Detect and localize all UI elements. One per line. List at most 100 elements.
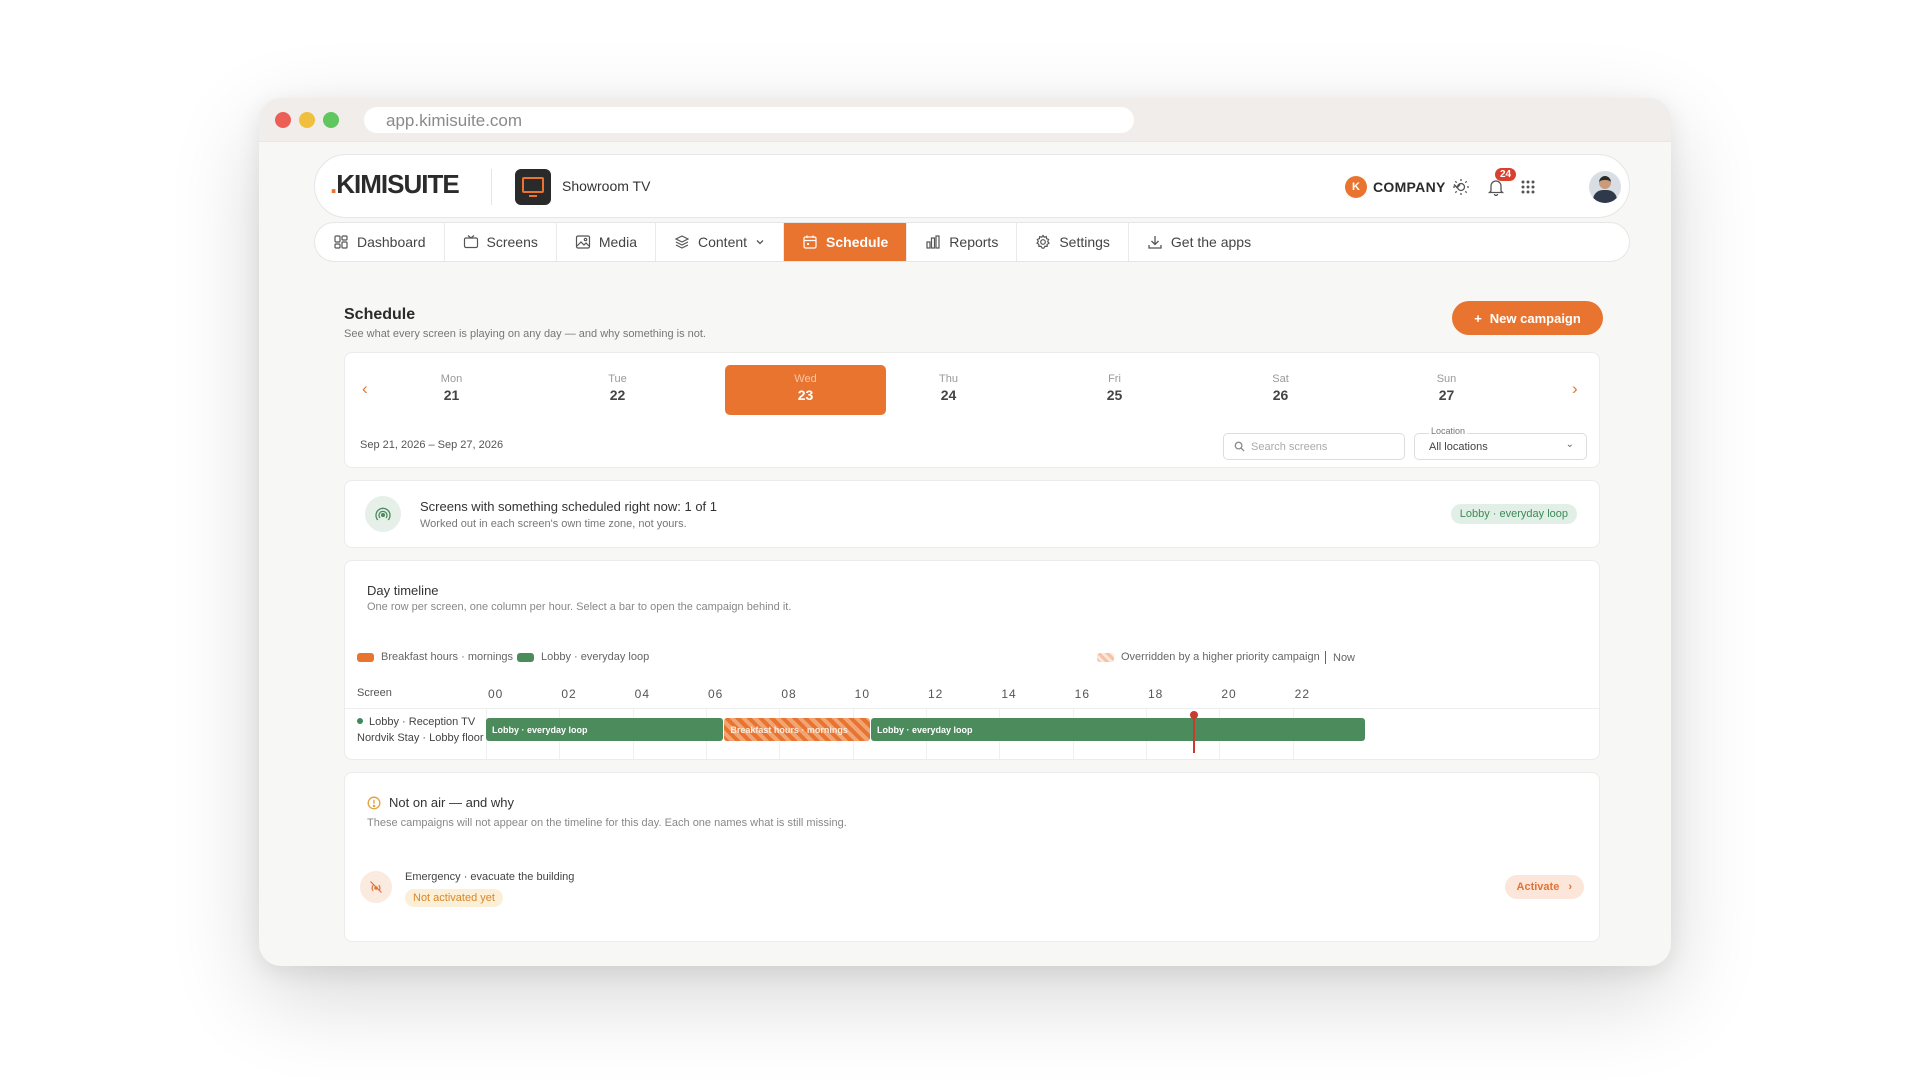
day-name: Thu — [939, 373, 958, 385]
notifications-bell-icon[interactable]: 24 — [1484, 168, 1517, 199]
week-date-range: Sep 21, 2026 – Sep 27, 2026 — [360, 439, 504, 451]
screen-column-header: Screen — [357, 687, 392, 699]
week-picker-card: ‹ Mon 21 Tue 22 Wed 23 Thu 24 Fri 25 Sat… — [344, 352, 1600, 468]
day-name: Wed — [794, 373, 817, 385]
location-select-value: All locations — [1429, 441, 1488, 453]
hour-label: 00 — [488, 687, 504, 701]
nav-settings[interactable]: Settings — [1017, 223, 1129, 261]
hour-label: 02 — [561, 687, 577, 701]
broadcast-icon — [365, 496, 401, 532]
search-screens-input[interactable]: Search screens — [1223, 433, 1405, 460]
hour-label: 14 — [1001, 687, 1017, 701]
hour-label: 22 — [1294, 687, 1311, 701]
search-placeholder: Search screens — [1251, 440, 1328, 453]
legend-now: Now — [1325, 651, 1355, 664]
minimize-window-button[interactable] — [299, 112, 315, 128]
campaign-bar[interactable]: Lobby · everyday loop — [486, 718, 724, 741]
on-air-now-title: Screens with something scheduled right n… — [420, 499, 718, 514]
nav-media-label: Media — [598, 234, 637, 250]
company-name: COMPANY — [1373, 179, 1446, 195]
nav-get-the-apps-label: Get the apps — [1170, 234, 1252, 250]
new-campaign-label: New campaign — [1489, 310, 1581, 326]
day-wed-selected[interactable]: Wed 23 — [725, 365, 886, 415]
day-name: Tue — [608, 373, 627, 385]
nav-schedule[interactable]: Schedule — [784, 223, 908, 261]
screen-thumbnail-icon[interactable] — [515, 169, 551, 205]
nav-content[interactable]: Content — [656, 223, 785, 261]
location-select[interactable]: Location All locations ⌄ — [1414, 426, 1587, 460]
hour-label: 08 — [781, 687, 797, 701]
legend-swatch-hatched — [1097, 652, 1114, 662]
main-navigation: Dashboard Screens Media Content Schedule… — [314, 222, 1630, 262]
timeline-title: Day timeline — [367, 583, 439, 598]
day-name: Mon — [440, 373, 463, 385]
screen-name-text: Lobby · Reception TV — [369, 716, 476, 728]
day-tue[interactable]: Tue 22 — [537, 365, 698, 415]
page-title: Schedule — [344, 306, 416, 323]
campaign-name: Emergency · evacuate the building — [405, 871, 575, 883]
bar-chart-icon — [926, 235, 940, 249]
hour-label: 16 — [1074, 687, 1091, 701]
nav-get-the-apps[interactable]: Get the apps — [1129, 223, 1269, 261]
activate-button[interactable]: Activate › — [1504, 875, 1584, 899]
day-sun[interactable]: Sun 27 — [1366, 365, 1527, 415]
not-on-air-subtitle: These campaigns will not appear on the t… — [367, 817, 847, 829]
campaign-bar-overridden[interactable]: Breakfast hours · mornings — [724, 718, 870, 741]
apps-grid-icon[interactable] — [1516, 175, 1540, 199]
day-date: 24 — [940, 387, 957, 403]
timeline-header-row: Screen 00 02 04 06 08 10 12 14 16 18 20 22 — [345, 681, 1599, 709]
notification-count-badge: 24 — [1495, 168, 1517, 181]
close-window-button[interactable] — [275, 112, 291, 128]
campaign-bar[interactable]: Lobby · everyday loop — [871, 718, 1365, 741]
day-thu[interactable]: Thu 24 — [868, 365, 1029, 415]
day-date: 22 — [609, 387, 626, 403]
page-subtitle: See what every screen is playing on any … — [344, 328, 706, 340]
broadcast-off-icon — [360, 871, 392, 903]
day-name: Fri — [1108, 373, 1121, 385]
theme-toggle-sun-icon[interactable] — [1449, 175, 1473, 199]
timeline-row-screen-name[interactable]: Lobby · Reception TV — [357, 716, 475, 728]
address-bar[interactable]: app.kimisuite.com — [364, 107, 1134, 133]
timeline-subtitle: One row per screen, one column per hour.… — [367, 601, 792, 613]
day-fri[interactable]: Fri 25 — [1034, 365, 1195, 415]
day-sat[interactable]: Sat 26 — [1200, 365, 1361, 415]
download-icon — [1148, 236, 1162, 249]
on-air-now-card: Screens with something scheduled right n… — [344, 480, 1600, 548]
hour-label: 20 — [1221, 687, 1237, 701]
gear-icon — [1036, 234, 1051, 249]
nav-dashboard[interactable]: Dashboard — [315, 223, 445, 261]
legend-overridden-label: Overridden by a higher priority campaign — [1121, 651, 1320, 663]
nav-screens[interactable]: Screens — [445, 223, 557, 261]
hour-label: 06 — [708, 687, 724, 701]
nav-screens-label: Screens — [486, 234, 538, 250]
not-on-air-card: Not on air — and why These campaigns wil… — [344, 772, 1600, 942]
hour-label: 10 — [854, 687, 871, 701]
logo-text: KIMISUITE — [336, 169, 459, 199]
previous-week-chevron-icon[interactable]: ‹ — [362, 379, 368, 399]
url-text: app.kimisuite.com — [386, 111, 523, 130]
day-date: 26 — [1272, 387, 1289, 403]
nav-media[interactable]: Media — [557, 223, 656, 261]
layers-icon — [674, 235, 690, 249]
tv-icon — [463, 235, 478, 249]
app-header: .KIMISUITE Showroom TV K COMPANY 24 — [314, 154, 1630, 218]
company-switcher[interactable]: K COMPANY — [1345, 176, 1462, 198]
browser-window: app.kimisuite.com .KIMISUITE Showroom TV… — [259, 98, 1671, 966]
user-avatar[interactable] — [1589, 171, 1621, 203]
hour-label: 12 — [928, 687, 944, 701]
chevron-down-icon — [756, 240, 764, 245]
on-air-now-subtitle: Worked out in each screen's own time zon… — [420, 518, 687, 530]
new-campaign-button[interactable]: + New campaign — [1452, 301, 1603, 335]
kimisuite-logo[interactable]: .KIMISUITE — [330, 169, 460, 200]
nav-schedule-label: Schedule — [826, 234, 889, 250]
not-on-air-title: Not on air — and why — [389, 795, 515, 810]
nav-reports[interactable]: Reports — [907, 223, 1018, 261]
on-air-campaign-chip[interactable]: Lobby · everyday loop — [1450, 504, 1577, 524]
day-mon[interactable]: Mon 21 — [371, 365, 532, 415]
maximize-window-button[interactable] — [323, 112, 339, 128]
location-select-label: Location — [1429, 426, 1468, 436]
dashboard-grid-icon — [334, 235, 348, 249]
current-screen-name[interactable]: Showroom TV — [562, 178, 650, 194]
next-week-chevron-icon[interactable]: › — [1572, 379, 1578, 399]
browser-titlebar: app.kimisuite.com — [259, 98, 1671, 142]
